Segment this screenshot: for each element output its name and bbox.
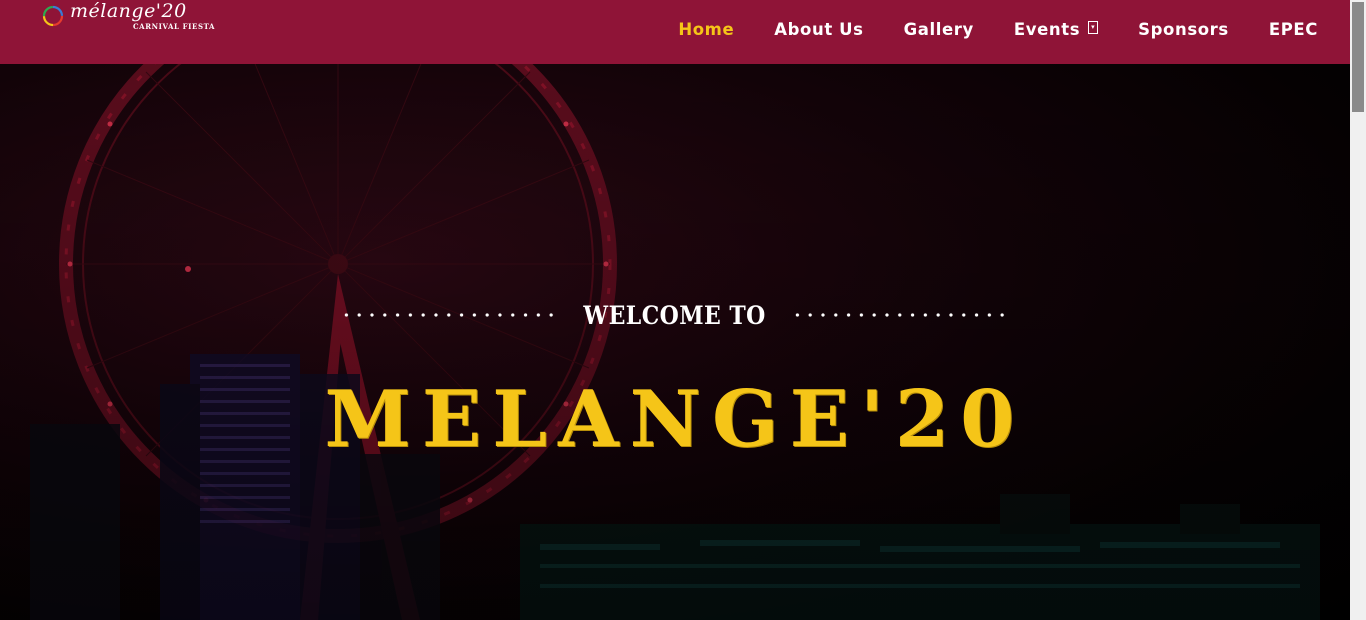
nav-epec[interactable]: EPEC xyxy=(1269,20,1318,39)
nav-home[interactable]: Home xyxy=(678,20,734,39)
logo-wordmark: mélange'20 xyxy=(70,0,187,22)
site-logo[interactable]: mélange'20 CARNIVAL FIESTA xyxy=(38,0,214,40)
nav-home-label: Home xyxy=(678,20,735,39)
hero-section: WELCOME TO MELANGE'20 xyxy=(0,64,1350,620)
navbar: mélange'20 CARNIVAL FIESTA Home About Us… xyxy=(0,0,1350,64)
vertical-scrollbar[interactable] xyxy=(1350,0,1366,620)
nav-epec-label: EPEC xyxy=(1268,20,1318,39)
hero-background-image xyxy=(0,64,1350,620)
nav-gallery-label: Gallery xyxy=(903,20,974,39)
nav-events-label: Events xyxy=(1013,20,1081,39)
nav-sponsors[interactable]: Sponsors xyxy=(1138,20,1229,39)
nav-gallery[interactable]: Gallery xyxy=(904,20,974,39)
dotted-divider-right xyxy=(790,313,1011,317)
logo-swirl-icon xyxy=(42,5,64,27)
welcome-banner: WELCOME TO xyxy=(340,300,1011,330)
nav-about-us[interactable]: About Us xyxy=(774,20,863,39)
page: mélange'20 CARNIVAL FIESTA Home About Us… xyxy=(0,0,1366,620)
logo-tagline: CARNIVAL FIESTA xyxy=(133,22,216,31)
welcome-heading: WELCOME TO xyxy=(583,300,767,330)
nav-sponsors-label: Sponsors xyxy=(1138,20,1229,39)
hero-title: MELANGE'20 xyxy=(324,374,1026,465)
main-nav: Home About Us Gallery Events ▾ Sponsors … xyxy=(638,20,1318,39)
dotted-divider-left xyxy=(340,313,560,317)
chevron-down-icon: ▾ xyxy=(1088,21,1099,34)
nav-events[interactable]: Events ▾ xyxy=(1013,20,1099,39)
scrollbar-thumb[interactable] xyxy=(1352,2,1364,112)
nav-about-us-label: About Us xyxy=(774,20,864,39)
